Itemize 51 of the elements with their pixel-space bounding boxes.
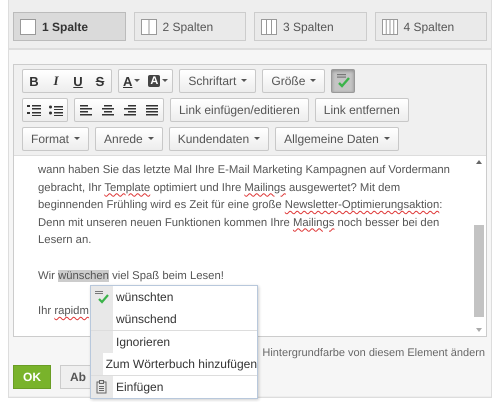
align-left-icon xyxy=(80,104,92,116)
column-layout-icon xyxy=(20,18,36,34)
body-paragraph: Wir wünschen viel Spaß beim Lesen! xyxy=(38,268,224,284)
dropdown-button[interactable]: Allgemeine Daten xyxy=(275,127,399,151)
dropdown-button[interactable]: Kundendaten xyxy=(168,127,270,151)
dropdown-button[interactable]: Anrede xyxy=(95,127,163,151)
layout-tab[interactable]: 2 Spalten xyxy=(134,12,246,41)
caret-icon xyxy=(254,137,260,141)
body-paragraph: wann haben Sie das letzte Mal Ihre E-Mail Marketing Kampagnen auf Vordermann gebracht, Ihr Template optimiert und Ihre Mailings ausgewertet? Mit dem beginnenden Frühling wird es Zeit für eine große Newsletter-Optimierungsaktion: Denn mit unseren neuen Funktionen kommen Ihre Mailings noch besser bei den Lesern an. xyxy=(38,163,451,248)
toolbar-button[interactable]: A xyxy=(119,70,144,92)
caret-icon xyxy=(148,137,154,141)
spellcheck-toggle[interactable] xyxy=(331,69,356,93)
align-right-icon xyxy=(124,104,136,116)
toolbar-button[interactable]: S xyxy=(89,70,111,92)
toolbar-button[interactable]: U xyxy=(67,70,89,92)
caret-icon xyxy=(384,137,390,141)
menu-item[interactable]: Ignorieren xyxy=(91,331,257,353)
toolbar-button[interactable]: Link einfügen/editieren xyxy=(170,98,309,122)
toolbar-button[interactable]: B xyxy=(23,70,45,92)
caret-icon xyxy=(310,79,316,83)
scroll-down-icon xyxy=(476,328,482,332)
spellcheck-icon xyxy=(335,73,352,89)
dropdown-button[interactable]: Format xyxy=(22,127,90,151)
menu-item[interactable]: wünschten xyxy=(91,286,257,308)
justify-icon xyxy=(146,104,158,116)
caret-icon xyxy=(241,79,248,83)
align-center-icon xyxy=(102,104,114,116)
dropdown-button[interactable]: Schriftart xyxy=(179,69,256,93)
body-paragraph: Ihr rapidm xyxy=(38,304,89,319)
scroll-up-icon xyxy=(476,160,482,164)
background-color-link[interactable]: Hintergrundfarbe von diesem Element ändern xyxy=(262,347,485,359)
clipboard-icon xyxy=(96,380,108,394)
bullet-list-icon xyxy=(49,104,63,116)
menu-item[interactable]: Einfügen xyxy=(91,376,257,398)
caret-icon xyxy=(162,79,168,83)
numbered-list-icon xyxy=(27,104,41,116)
layout-tab[interactable]: 3 Spalten xyxy=(254,12,366,41)
column-layout-icon xyxy=(140,18,156,34)
toolbar-button[interactable]: I xyxy=(45,70,67,92)
toolbar-button[interactable]: A xyxy=(144,70,172,92)
spellcheck-icon xyxy=(94,290,110,304)
dropdown-button[interactable]: Größe xyxy=(262,69,326,93)
layout-tab[interactable]: 1 Spalte xyxy=(13,12,126,41)
menu-item[interactable]: wünschend xyxy=(91,308,257,330)
menu-item[interactable]: Zum Wörterbuch hinzufügen xyxy=(91,353,257,375)
column-layout-icon xyxy=(261,18,277,34)
caret-icon xyxy=(134,79,140,83)
toolbar-button[interactable]: Link entfernen xyxy=(314,98,409,122)
layout-tab[interactable]: 4 Spalten xyxy=(374,12,487,41)
column-layout-icon xyxy=(382,18,398,34)
caret-icon xyxy=(74,137,80,141)
